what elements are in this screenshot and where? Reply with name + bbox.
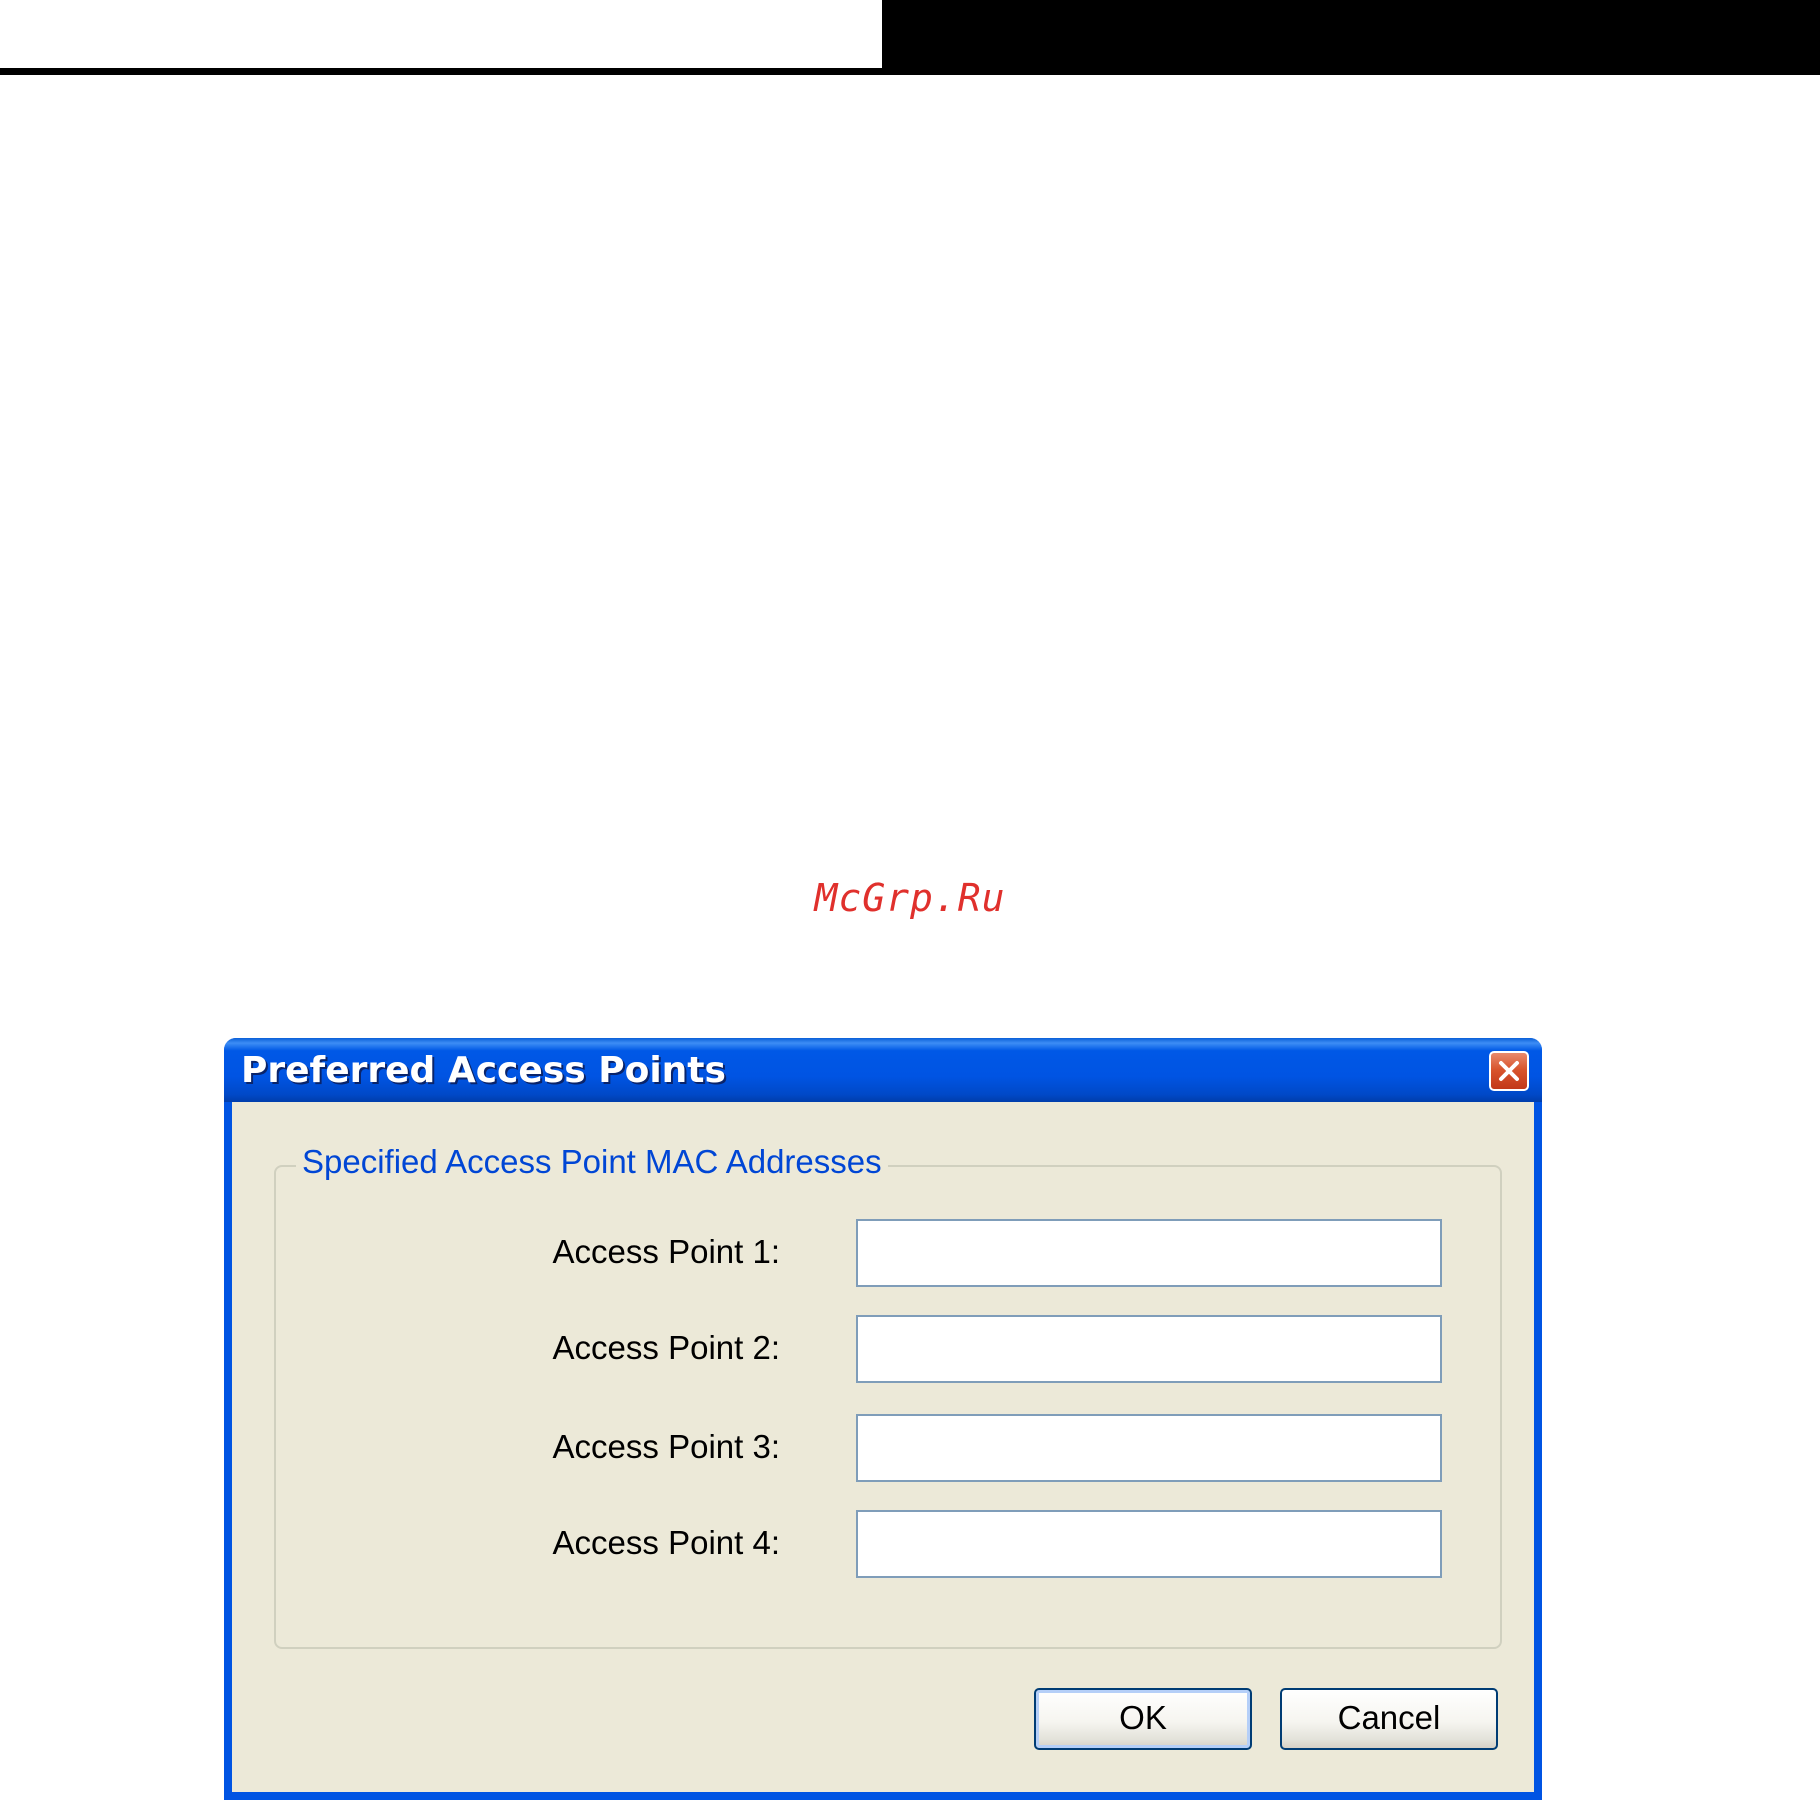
access-point-2-input[interactable] bbox=[856, 1315, 1442, 1383]
groupbox-title: Specified Access Point MAC Addresses bbox=[296, 1143, 888, 1181]
access-point-3-input[interactable] bbox=[856, 1414, 1442, 1482]
page-header-rule bbox=[0, 68, 890, 75]
access-point-row-3: Access Point 3: bbox=[276, 1414, 1500, 1484]
access-point-row-1: Access Point 1: bbox=[276, 1219, 1500, 1289]
mac-addresses-groupbox: Specified Access Point MAC Addresses Acc… bbox=[274, 1143, 1502, 1649]
access-point-4-input[interactable] bbox=[856, 1510, 1442, 1578]
ok-button[interactable]: OK bbox=[1034, 1688, 1252, 1750]
access-point-3-label: Access Point 3: bbox=[552, 1428, 780, 1465]
page-header-bar bbox=[882, 0, 1820, 75]
access-point-row-2: Access Point 2: bbox=[276, 1315, 1500, 1385]
dialog-client-area: Specified Access Point MAC Addresses Acc… bbox=[232, 1102, 1534, 1792]
close-button[interactable] bbox=[1489, 1051, 1529, 1091]
watermark-text: McGrp.Ru bbox=[814, 876, 1006, 920]
dialog-title: Preferred Access Points bbox=[241, 1050, 726, 1091]
title-bar[interactable]: Preferred Access Points bbox=[224, 1038, 1542, 1102]
cancel-button[interactable]: Cancel bbox=[1280, 1688, 1498, 1750]
access-point-1-input[interactable] bbox=[856, 1219, 1442, 1287]
access-point-row-4: Access Point 4: bbox=[276, 1510, 1500, 1580]
access-point-2-label: Access Point 2: bbox=[552, 1329, 780, 1366]
close-x-icon bbox=[1499, 1061, 1519, 1081]
preferred-access-points-dialog: Preferred Access Points Specified Access… bbox=[224, 1038, 1542, 1800]
access-point-4-label: Access Point 4: bbox=[552, 1524, 780, 1561]
access-point-1-label: Access Point 1: bbox=[552, 1233, 780, 1270]
